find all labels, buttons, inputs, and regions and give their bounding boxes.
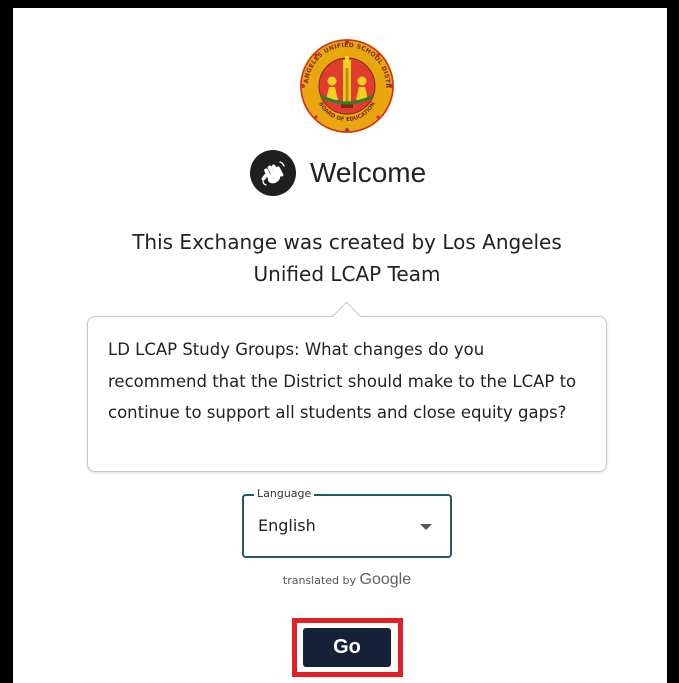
waving-hand-icon xyxy=(250,150,296,196)
language-select[interactable]: Language English xyxy=(242,487,452,558)
google-wordmark: Google xyxy=(359,571,412,588)
language-label: Language xyxy=(254,487,315,500)
prompt-card: LD LCAP Study Groups: What changes do yo… xyxy=(87,301,607,472)
window-frame-right xyxy=(667,0,679,683)
window-frame-left xyxy=(0,0,13,683)
creator-line-2: Unified LCAP Team xyxy=(253,262,441,286)
exchange-creator-text: This Exchange was created by Los Angeles… xyxy=(100,226,594,290)
translated-by-google: translated by Google xyxy=(262,571,432,589)
prompt-question: LD LCAP Study Groups: What changes do yo… xyxy=(108,340,577,422)
window-frame-top xyxy=(0,0,679,8)
language-selected-value: English xyxy=(258,516,316,535)
caret-down-icon xyxy=(420,524,432,530)
welcome-header: Welcome xyxy=(250,150,426,196)
go-button[interactable]: Go xyxy=(303,628,391,667)
creator-line-1: This Exchange was created by Los Angeles xyxy=(132,230,562,254)
translated-by-label: translated by xyxy=(282,574,357,587)
lausd-seal-icon: LOS ANGELES UNIFIED SCHOOL DISTRICT BOAR… xyxy=(296,33,395,134)
welcome-title: Welcome xyxy=(310,157,427,188)
